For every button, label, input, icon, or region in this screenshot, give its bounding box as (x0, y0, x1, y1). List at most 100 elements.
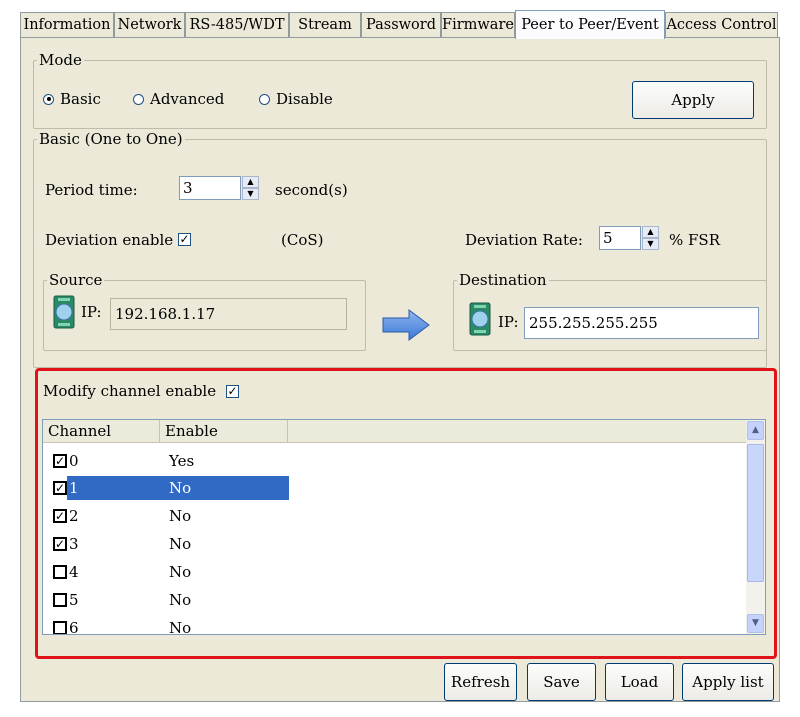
radio-dot (43, 93, 54, 105)
enable-cell: No (169, 535, 192, 553)
deviation-enable-checkbox[interactable]: ✓ (178, 233, 191, 246)
table-row[interactable]: ✓ 3 No (43, 531, 747, 558)
table-row[interactable]: ✓ 0 Yes (43, 448, 747, 475)
spinner-arrows[interactable]: ▲ ▼ (242, 176, 259, 200)
radio-dot (259, 93, 270, 105)
button-label: Load (620, 673, 659, 691)
period-time-label: Period time: (45, 181, 138, 199)
scroll-up-icon[interactable]: ▲ (747, 421, 764, 440)
channel-cell: 4 (69, 563, 79, 581)
save-button[interactable]: Save (527, 663, 596, 701)
radio-basic[interactable]: Basic (43, 90, 101, 108)
column-header-channel[interactable]: Channel (43, 420, 160, 442)
table-row[interactable]: 4 No (43, 559, 747, 586)
right-arrow-icon (382, 309, 430, 341)
spin-up-icon[interactable]: ▲ (642, 226, 659, 238)
column-header-enable[interactable]: Enable (160, 420, 288, 442)
enable-cell: No (169, 563, 192, 581)
button-label: Save (543, 673, 580, 691)
row-checkbox[interactable] (53, 593, 67, 607)
deviation-rate-value[interactable]: 5 (599, 226, 641, 250)
modify-channel-checkbox[interactable]: ✓ (226, 385, 239, 398)
tab-label: Access Control (666, 17, 777, 33)
table-row[interactable]: 6 No (43, 615, 747, 635)
radio-dot (133, 93, 144, 105)
deviation-rate-label: Deviation Rate: (465, 231, 583, 249)
channel-list[interactable]: Channel Enable ✓ 0 Yes ✓ 1 No ✓ 2 No ✓ 3… (42, 419, 766, 635)
enable-cell: No (169, 507, 192, 525)
radio-disable[interactable]: Disable (259, 90, 333, 108)
destination-ip-label: IP: (498, 313, 519, 331)
tab-label: Peer to Peer/Event (521, 17, 659, 33)
row-checkbox[interactable]: ✓ (53, 537, 67, 551)
scroll-down-icon[interactable]: ▼ (747, 614, 764, 633)
list-header: Channel Enable (43, 420, 747, 443)
tab-label: Stream (298, 17, 352, 33)
apply-button[interactable]: Apply (632, 81, 754, 119)
radio-label: Disable (276, 90, 333, 108)
destination-legend: Destination (459, 271, 547, 289)
cos-label: (CoS) (281, 231, 324, 249)
deviation-rate-spinner[interactable]: 5 ▲ ▼ (599, 226, 659, 250)
vertical-scrollbar[interactable]: ▲ ▼ (746, 420, 765, 634)
channel-cell: 1 (69, 479, 79, 497)
period-time-value[interactable]: 3 (179, 176, 241, 200)
button-label: Apply list (692, 673, 764, 691)
row-checkbox[interactable]: ✓ (53, 509, 67, 523)
tab-peer-to-peer-event[interactable]: Peer to Peer/Event (515, 10, 665, 39)
spinner-arrows[interactable]: ▲ ▼ (642, 226, 659, 250)
load-button[interactable]: Load (605, 663, 674, 701)
row-checkbox[interactable] (53, 565, 67, 579)
mode-legend: Mode (39, 51, 82, 69)
tab-firmware[interactable]: Firmware (441, 12, 515, 37)
apply-list-button[interactable]: Apply list (682, 663, 774, 701)
button-label: Refresh (450, 673, 511, 691)
channel-cell: 3 (69, 535, 79, 553)
enable-cell: No (169, 591, 192, 609)
spin-up-icon[interactable]: ▲ (242, 176, 259, 188)
table-row-selected[interactable]: ✓ 1 No (43, 475, 747, 502)
refresh-button[interactable]: Refresh (444, 663, 517, 701)
destination-ip-input[interactable]: 255.255.255.255 (524, 307, 759, 339)
adam-module-icon (53, 295, 75, 329)
table-row[interactable]: ✓ 2 No (43, 503, 747, 530)
channel-cell: 2 (69, 507, 79, 525)
row-checkbox[interactable]: ✓ (53, 481, 67, 495)
radio-label: Basic (60, 90, 101, 108)
apply-label: Apply (671, 91, 715, 109)
radio-label: Advanced (150, 90, 225, 108)
tab-password[interactable]: Password (361, 12, 441, 37)
tab-bar: Information Network RS-485/WDT Stream Pa… (20, 10, 780, 39)
radio-advanced[interactable]: Advanced (133, 90, 224, 108)
channel-cell: 6 (69, 619, 79, 635)
table-row[interactable]: 5 No (43, 587, 747, 614)
tab-label: Information (23, 17, 111, 33)
scroll-thumb[interactable] (747, 444, 764, 582)
deviation-enable-label: Deviation enable (45, 231, 174, 249)
channel-cell: 0 (69, 452, 79, 470)
adam-module-icon (469, 302, 491, 336)
enable-cell: No (169, 619, 192, 635)
row-checkbox[interactable] (53, 621, 67, 634)
tab-information[interactable]: Information (20, 12, 114, 37)
tab-label: RS-485/WDT (189, 17, 285, 33)
row-checkbox[interactable]: ✓ (53, 454, 67, 468)
spin-down-icon[interactable]: ▼ (642, 238, 659, 250)
tab-label: Password (366, 17, 436, 33)
tab-label: Network (117, 17, 182, 33)
source-ip-field: 192.168.1.17 (110, 298, 347, 330)
tab-network[interactable]: Network (114, 12, 185, 37)
source-legend: Source (49, 271, 103, 289)
enable-cell: Yes (169, 452, 195, 470)
period-unit: second(s) (275, 181, 348, 199)
deviation-rate-unit: % FSR (669, 231, 720, 249)
basic-legend: Basic (One to One) (39, 130, 183, 148)
spin-down-icon[interactable]: ▼ (242, 188, 259, 200)
period-time-spinner[interactable]: 3 ▲ ▼ (179, 176, 259, 200)
tab-rs485-wdt[interactable]: RS-485/WDT (185, 12, 289, 37)
channel-cell: 5 (69, 591, 79, 609)
enable-cell: No (169, 479, 192, 497)
tab-stream[interactable]: Stream (289, 12, 361, 37)
source-ip-label: IP: (81, 303, 102, 321)
tab-access-control[interactable]: Access Control (665, 12, 778, 37)
